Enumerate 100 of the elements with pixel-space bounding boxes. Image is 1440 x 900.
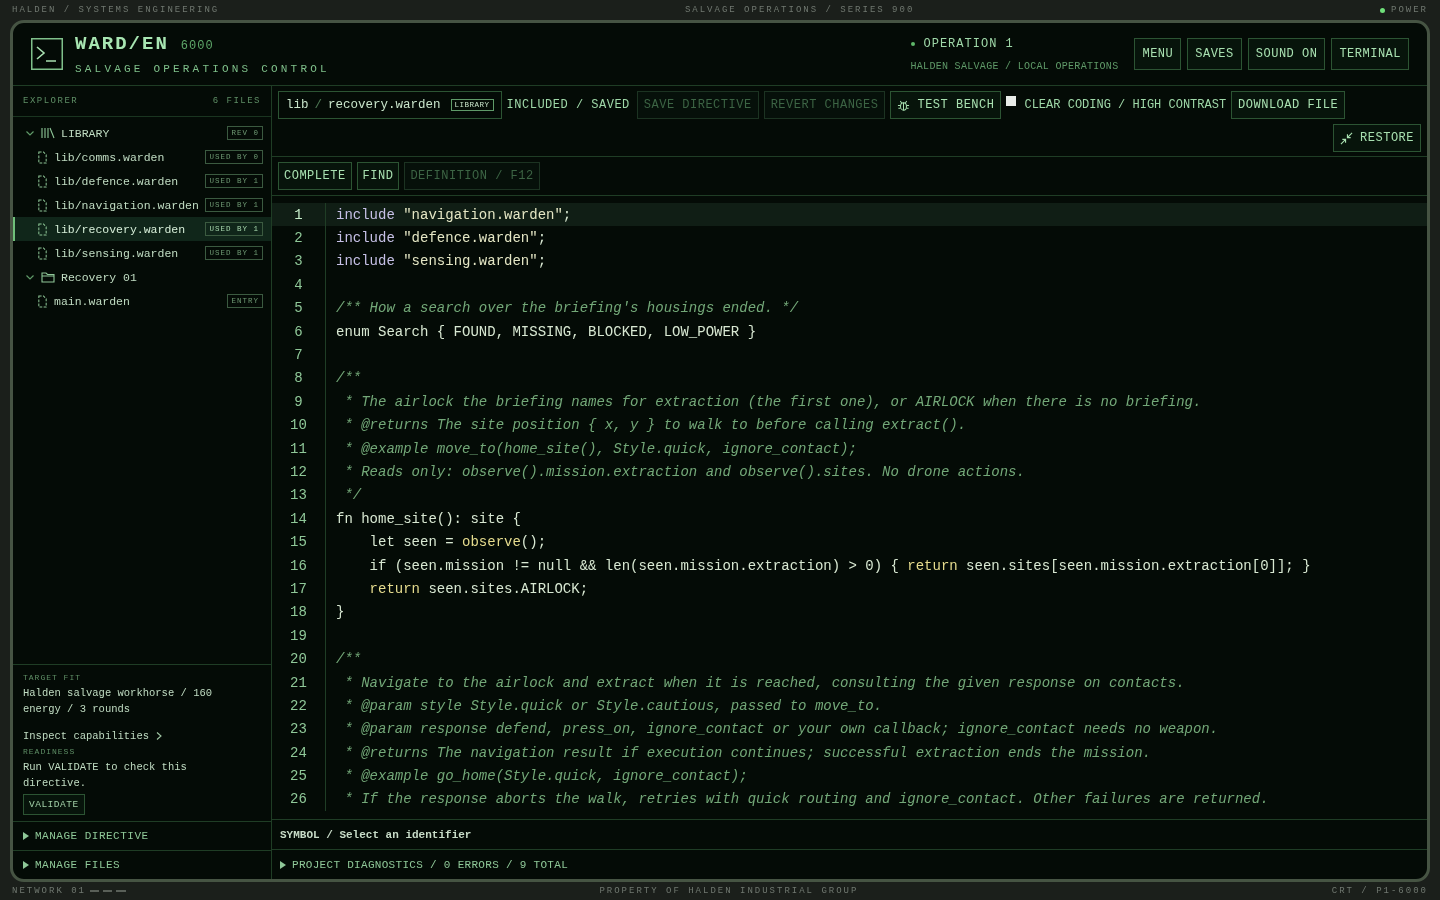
download-file-button[interactable]: DOWNLOAD FILE bbox=[1231, 91, 1346, 119]
code-line: * @example go_home(Style.quick, ignore_contact); bbox=[343, 768, 748, 785]
operation-name: OPERATION 1 bbox=[923, 36, 1014, 51]
symbol-info: SYMBOL / Select an identifier bbox=[272, 819, 1427, 849]
explorer-title: EXPLORER bbox=[23, 96, 79, 106]
code-line: /** How a search over the briefing's housings ended. */ bbox=[335, 300, 799, 317]
model-number: 6000 bbox=[180, 39, 214, 53]
diagnostics-summary: PROJECT DIAGNOSTICS / 0 ERRORS / 9 TOTAL bbox=[292, 858, 569, 871]
code-line: * The airlock the briefing names for extraction (the first one), or AIRLOCK when there is no briefing. bbox=[343, 393, 1202, 410]
header-button[interactable]: SOUND ON bbox=[1247, 38, 1326, 70]
line-number: 18 bbox=[272, 600, 326, 625]
line-number: 24 bbox=[272, 741, 326, 765]
division-label: HALDEN / SYSTEMS ENGINEERING bbox=[12, 5, 220, 15]
line-number: 25 bbox=[272, 764, 326, 788]
line-number: 9 bbox=[272, 390, 326, 414]
library-icon bbox=[41, 127, 55, 139]
code-line: * Reads only: observe().mission.extraction and observe().sites. No drone actions. bbox=[343, 464, 1025, 480]
assist-button[interactable]: COMPLETE bbox=[278, 162, 352, 190]
target-fit-text: Halden salvage workhorse / 160 energy / 3 rounds bbox=[23, 686, 214, 717]
line-number: 21 bbox=[272, 670, 326, 695]
line-number: 4 bbox=[272, 273, 326, 297]
line-number: 7 bbox=[272, 343, 326, 367]
chevron-icon bbox=[25, 272, 35, 282]
inspect-capabilities-link[interactable]: Inspect capabilities bbox=[23, 730, 164, 742]
line-number: 5 bbox=[272, 296, 326, 320]
code-line: * Navigate to the airlock and extract when it is reached, consulting the given response on contacts. bbox=[343, 674, 1185, 691]
code-line: /** bbox=[335, 651, 362, 668]
code-line: * @returns The navigation result if execution continues; successful extraction ends the mission. bbox=[343, 744, 1151, 761]
restore-button[interactable]: RESTORE bbox=[1333, 124, 1421, 152]
code-line: fn home_site(): site { bbox=[335, 510, 521, 527]
file-icon bbox=[37, 222, 48, 236]
header-button[interactable]: TERMINAL bbox=[1331, 38, 1409, 70]
section-title: MANAGE DIRECTIVE bbox=[35, 830, 149, 842]
high-contrast-toggle[interactable]: CLEAR CODING / HIGH CONTRAST bbox=[1006, 98, 1227, 112]
header-button[interactable]: SAVES bbox=[1187, 38, 1242, 70]
ownership-label: PROPERTY OF HALDEN INDUSTRIAL GROUP bbox=[599, 886, 859, 896]
line-number: 20 bbox=[272, 647, 326, 671]
folder-icon bbox=[41, 271, 55, 283]
file-status: INCLUDED / SAVED bbox=[506, 98, 630, 112]
code-line: return seen.sites.AIRLOCK; bbox=[368, 580, 589, 597]
readiness-text: Run VALIDATE to check this directive. bbox=[23, 760, 188, 791]
line-number: 1 bbox=[272, 203, 326, 227]
chevron-icon bbox=[25, 128, 35, 138]
code-line: include "navigation.warden"; bbox=[335, 206, 572, 223]
target-fit-label: TARGET FIT bbox=[23, 673, 81, 682]
code-line: * If the response aborts the walk, retries with quick routing and ignore_contact. Other failures are returned. bbox=[343, 791, 1269, 808]
code-line: * @param response defend, press_on, ignore_contact or your own callback; ignore_contact needs no weapon. bbox=[343, 721, 1219, 738]
line-number: 15 bbox=[272, 530, 326, 554]
checkbox[interactable] bbox=[1006, 96, 1017, 106]
model-label: CRT / P1-6000 bbox=[1331, 886, 1428, 896]
code-line: /** bbox=[335, 370, 362, 387]
app-logo: WARD/EN bbox=[75, 33, 169, 55]
line-number: 23 bbox=[272, 717, 326, 741]
code-line: } bbox=[335, 604, 345, 621]
code-line: include "defence.warden"; bbox=[335, 230, 547, 247]
collapse-arrows-icon bbox=[1340, 131, 1354, 145]
code-line: * @param style Style.quick or Style.cautious, passed to move_to. bbox=[343, 697, 883, 714]
validate-button[interactable]: VALIDATE bbox=[23, 794, 85, 815]
power-label: POWER bbox=[1391, 5, 1428, 15]
header-button[interactable]: MENU bbox=[1134, 38, 1182, 70]
file-count: 6 FILES bbox=[212, 96, 261, 106]
code-line: * @returns The site position { x, y } to walk to before calling extract(). bbox=[343, 417, 967, 434]
signal-dashes-icon bbox=[90, 889, 126, 893]
file-icon bbox=[37, 174, 48, 188]
file-icon bbox=[37, 246, 48, 260]
file-icon bbox=[37, 294, 48, 308]
assist-button[interactable]: FIND bbox=[356, 162, 400, 190]
line-number: 13 bbox=[272, 483, 326, 508]
file-icon bbox=[37, 198, 48, 212]
series-label: SALVAGE OPERATIONS / SERIES 900 bbox=[684, 5, 915, 15]
line-number: 8 bbox=[272, 366, 326, 391]
code-line: include "sensing.warden"; bbox=[335, 253, 547, 270]
code-line: if (seen.mission != null && len(seen.mission.extraction) > 0) { return seen.sites[seen.mission.extraction[0]]; } bbox=[368, 557, 1311, 574]
code-line: let seen = observe(); bbox=[368, 534, 547, 551]
tree-folder[interactable]: Recovery 01 bbox=[13, 265, 271, 289]
line-number: 19 bbox=[272, 624, 326, 648]
terminal-prompt-icon bbox=[31, 38, 63, 70]
line-number: 6 bbox=[272, 319, 326, 344]
line-number: 22 bbox=[272, 694, 326, 718]
bug-icon bbox=[897, 98, 911, 112]
toolbar-button[interactable]: TEST BENCH bbox=[890, 91, 1002, 119]
code-line: enum Search { FOUND, MISSING, BLOCKED, LOW_POWER } bbox=[335, 323, 757, 340]
line-number: 3 bbox=[272, 249, 326, 274]
section-title: MANAGE FILES bbox=[35, 859, 121, 871]
organization-label: HALDEN SALVAGE / LOCAL OPERATIONS bbox=[910, 60, 1119, 72]
line-number: 12 bbox=[272, 460, 326, 484]
diagnostics-header[interactable]: PROJECT DIAGNOSTICS / 0 ERRORS / 9 TOTAL bbox=[272, 849, 1427, 879]
line-number: 16 bbox=[272, 553, 326, 578]
line-number: 14 bbox=[272, 507, 326, 531]
app-subtitle: SALVAGE OPERATIONS CONTROL bbox=[75, 63, 330, 75]
file-icon bbox=[37, 150, 48, 164]
line-number: 2 bbox=[272, 226, 326, 250]
network-label: NETWORK 01 bbox=[12, 886, 86, 896]
line-number: 17 bbox=[272, 577, 326, 601]
line-number: 10 bbox=[272, 413, 326, 437]
line-number: 11 bbox=[272, 436, 326, 461]
code-line: */ bbox=[343, 487, 362, 504]
section-header[interactable]: MANAGE DIRECTIVE bbox=[13, 821, 271, 850]
chevron-icon bbox=[155, 731, 164, 741]
section-header[interactable]: MANAGE FILES bbox=[13, 850, 271, 879]
